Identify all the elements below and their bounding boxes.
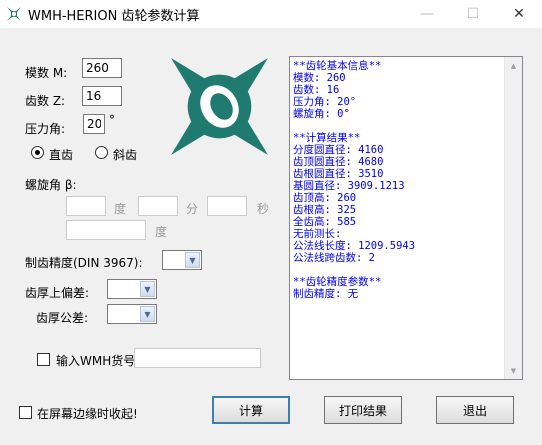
vertical-scrollbar[interactable]: ▲ ▼	[504, 57, 522, 379]
helical-gear-label[interactable]: 斜齿	[113, 146, 137, 163]
chevron-down-icon: ▼	[140, 281, 155, 297]
upper-deviation-label: 齿厚上偏差:	[25, 286, 90, 300]
helix-decimal-input[interactable]	[66, 220, 146, 240]
helix-second-input[interactable]	[207, 196, 247, 216]
result-line: 公法线跨齿数: 2	[293, 252, 375, 264]
result-line: 基圆直径: 3909.1213	[293, 180, 405, 192]
result-line: 螺旋角: 0°	[293, 108, 350, 120]
collapse-edge-checkbox[interactable]	[19, 406, 32, 419]
helix-decimal-unit: 度	[155, 225, 168, 239]
result-line: 公法线长度: 1209.5943	[293, 240, 416, 252]
result-line: 全齿高: 585	[293, 216, 357, 228]
result-line: 齿根高: 325	[293, 204, 357, 216]
chevron-down-icon: ▼	[140, 306, 155, 322]
result-line: **齿轮基本信息**	[293, 60, 382, 72]
result-line: **计算结果**	[293, 132, 361, 144]
helix-degree-input[interactable]	[66, 196, 106, 216]
teeth-input[interactable]	[82, 86, 122, 106]
wmh-number-checkbox[interactable]	[37, 353, 50, 366]
teeth-label: 齿数 Z:	[25, 94, 66, 108]
result-line	[293, 120, 503, 132]
pressure-angle-label: 压力角:	[25, 122, 66, 136]
wmh-number-label[interactable]: 输入WMH货号	[56, 352, 135, 369]
pressure-angle-input[interactable]	[83, 114, 105, 134]
chevron-down-icon: ▼	[185, 252, 200, 268]
thickness-tolerance-select[interactable]: ▼	[107, 304, 157, 324]
calculate-button[interactable]: 计算	[212, 396, 290, 424]
precision-label: 制齿精度(DIN 3967):	[25, 256, 143, 270]
exit-button[interactable]: 退出	[436, 396, 514, 424]
result-line: **齿轮精度参数**	[293, 276, 382, 288]
window-title: WMH-HERION 齿轮参数计算	[28, 9, 200, 24]
degree-unit: °	[109, 113, 115, 127]
result-line: 齿顶圆直径: 4680	[293, 156, 384, 168]
minimize-icon: —	[420, 6, 434, 22]
maximize-icon: ☐	[466, 6, 480, 22]
helix-angle-label: 螺旋角 β:	[25, 178, 77, 192]
spur-gear-label[interactable]: 直齿	[49, 146, 73, 163]
result-line: 制齿精度: 无	[293, 288, 359, 300]
result-line: 压力角: 20°	[293, 96, 357, 108]
close-button[interactable]: ✕	[496, 0, 542, 28]
result-line: 齿数: 16	[293, 84, 340, 96]
result-line: 无前测长:	[293, 228, 342, 240]
result-line	[293, 264, 503, 276]
title-bar: WMH-HERION 齿轮参数计算 — ☐ ✕	[0, 0, 542, 28]
thickness-tolerance-label: 齿厚公差:	[36, 311, 89, 325]
helix-minute-unit: 分	[186, 202, 199, 216]
result-line: 分度圆直径: 4160	[293, 144, 384, 156]
company-logo	[171, 58, 268, 155]
helix-second-unit: 秒	[257, 202, 270, 216]
spur-gear-radio[interactable]	[31, 146, 44, 159]
module-label: 模数 M:	[25, 66, 68, 80]
upper-deviation-select[interactable]: ▼	[107, 279, 157, 299]
result-text: **齿轮基本信息** 模数: 260 齿数: 16 压力角: 20° 螺旋角: 0° **…	[293, 60, 503, 300]
helix-degree-unit: 度	[114, 202, 127, 216]
scroll-up-icon[interactable]: ▲	[505, 57, 522, 74]
module-input[interactable]	[82, 58, 122, 78]
maximize-button[interactable]: ☐	[450, 0, 496, 28]
result-line: 齿顶高: 260	[293, 192, 357, 204]
helix-minute-input[interactable]	[138, 196, 178, 216]
minimize-button[interactable]: —	[404, 0, 450, 28]
collapse-edge-label[interactable]: 在屏幕边缘时收起!	[37, 405, 138, 422]
wmh-number-input[interactable]	[134, 348, 261, 368]
result-textbox[interactable]: **齿轮基本信息** 模数: 260 齿数: 16 压力角: 20° 螺旋角: 0° **…	[289, 56, 523, 380]
result-line: 模数: 260	[293, 72, 346, 84]
close-icon: ✕	[513, 6, 525, 22]
wmh-logo-icon	[7, 7, 21, 21]
print-result-button[interactable]: 打印结果	[324, 396, 402, 424]
scroll-down-icon[interactable]: ▼	[505, 362, 522, 379]
result-line: 齿根圆直径: 3510	[293, 168, 384, 180]
helical-gear-radio[interactable]	[95, 146, 108, 159]
precision-select[interactable]: ▼	[162, 250, 202, 270]
